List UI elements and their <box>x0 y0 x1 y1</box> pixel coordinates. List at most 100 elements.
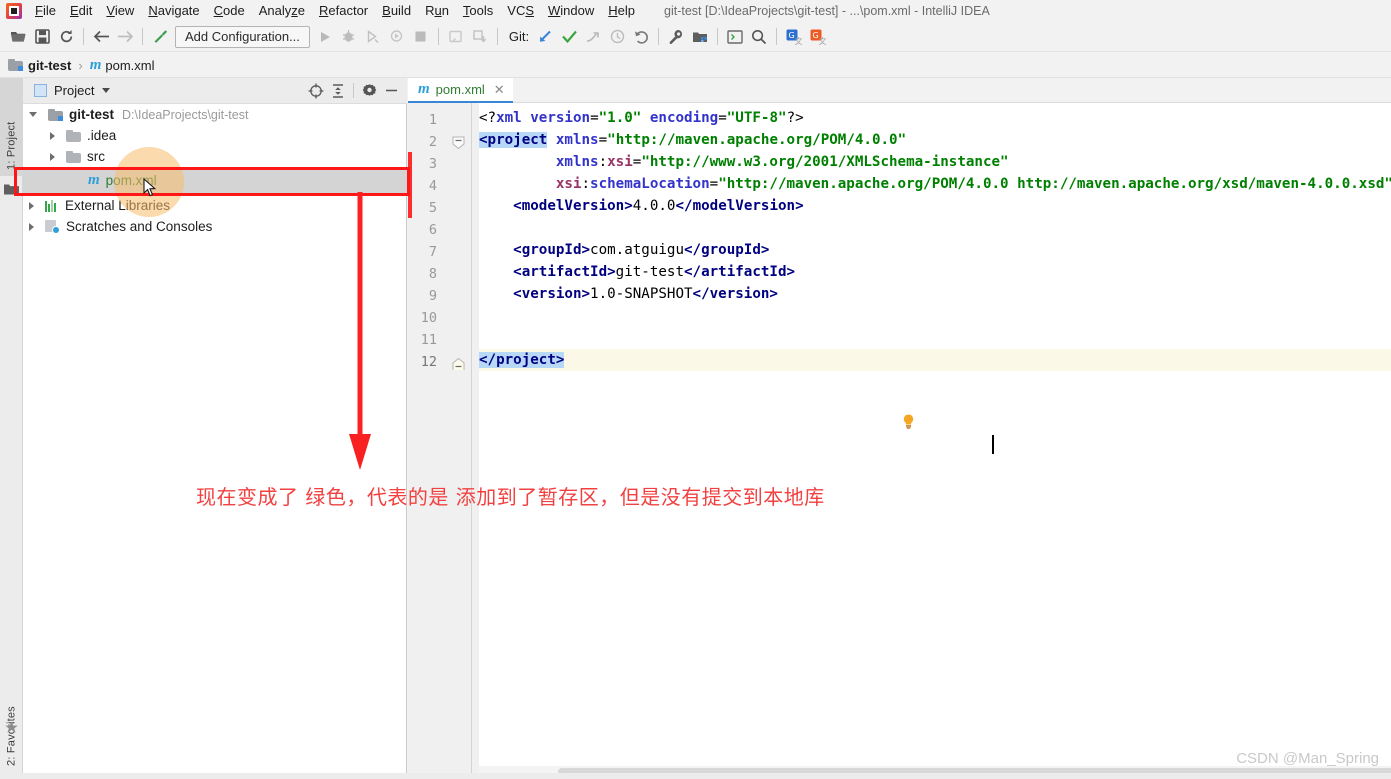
menu-item-build[interactable]: Build <box>375 1 418 21</box>
breadcrumb-file[interactable]: pom.xml <box>105 58 154 73</box>
translate-alt-icon[interactable]: G文 <box>806 25 830 49</box>
run-configuration-button[interactable]: Add Configuration... <box>175 25 310 48</box>
sidebar-tab-project[interactable]: 1: Project <box>0 78 23 176</box>
code-token: </version> <box>692 286 778 302</box>
fold-end-icon[interactable] <box>452 357 466 372</box>
project-view-icon <box>34 84 47 97</box>
git-commit-checkmark-icon[interactable] <box>557 25 581 49</box>
tree-item-label: Scratches and Consoles <box>66 219 213 234</box>
status-bar-strip <box>0 773 1391 779</box>
menu-item-view[interactable]: View <box>99 1 141 21</box>
project-folder-icon <box>48 108 63 121</box>
chevron-down-icon[interactable] <box>29 112 37 117</box>
fold-collapse-icon[interactable] <box>452 136 466 150</box>
run-icon[interactable] <box>313 25 337 49</box>
editor-tab-pom-xml[interactable]: m pom.xml ✕ <box>408 78 513 103</box>
editor-area: m pom.xml ✕ 1 2 3 4 5 6 7 8 9 10 11 12 <… <box>408 78 1391 779</box>
toolbar-separator <box>717 28 719 45</box>
close-icon[interactable]: ✕ <box>494 83 505 96</box>
menu-item-code[interactable]: Code <box>207 1 252 21</box>
code-editor[interactable]: <?xml version="1.0" encoding="UTF-8"?> <… <box>479 103 1391 779</box>
save-all-icon[interactable] <box>30 25 54 49</box>
menu-item-tools[interactable]: Tools <box>456 1 500 21</box>
debug-icon[interactable] <box>337 25 361 49</box>
main-toolbar: Add Configuration... Git: G 文 G 文 <box>0 22 1391 52</box>
profile-icon[interactable] <box>385 25 409 49</box>
maven-m-icon: m <box>418 81 430 97</box>
project-structure-icon[interactable] <box>688 25 712 49</box>
code-token: <version> <box>513 286 591 302</box>
chevron-right-icon[interactable] <box>29 222 34 231</box>
open-folder-icon[interactable] <box>6 25 30 49</box>
search-everywhere-icon[interactable] <box>747 25 771 49</box>
tree-item-pom-xml[interactable]: m pom.xml <box>23 167 407 194</box>
tree-item-src[interactable]: src <box>23 146 407 167</box>
menu-item-help[interactable]: Help <box>601 1 642 21</box>
wrench-settings-icon[interactable] <box>664 25 688 49</box>
toolbar-separator <box>437 28 439 45</box>
text-caret <box>992 435 994 454</box>
collapse-all-icon[interactable] <box>327 80 349 102</box>
navigate-forward-icon[interactable] <box>113 25 137 49</box>
code-token: = <box>718 110 727 126</box>
tree-item-label: git-test <box>69 107 114 122</box>
code-token: com.atguigu <box>590 242 685 258</box>
maven-m-icon: m <box>88 172 100 188</box>
git-history-clock-icon[interactable] <box>605 25 629 49</box>
menu-item-window[interactable]: Window <box>541 1 601 21</box>
intellij-idea-logo-icon <box>6 3 22 19</box>
translate-icon[interactable]: G文 <box>782 25 806 49</box>
scratches-icon <box>45 219 60 234</box>
project-tab-icon <box>4 184 19 195</box>
chevron-right-icon[interactable] <box>50 131 55 140</box>
scroll-from-source-icon[interactable] <box>305 80 327 102</box>
git-update-icon[interactable] <box>533 25 557 49</box>
menu-item-refactor[interactable]: Refactor <box>312 1 375 21</box>
line-number: 6 <box>428 222 437 238</box>
toolbar-separator <box>658 28 660 45</box>
menu-item-edit[interactable]: Edit <box>63 1 99 21</box>
code-token: </project> <box>479 352 565 368</box>
editor-gutter[interactable]: 1 2 3 4 5 6 7 8 9 10 11 12 <box>408 103 479 779</box>
stop-icon[interactable] <box>409 25 433 49</box>
menu-item-file[interactable]: File <box>28 1 63 21</box>
git-push-icon[interactable] <box>581 25 605 49</box>
chevron-right-icon[interactable] <box>29 201 34 210</box>
menu-item-navigate[interactable]: Navigate <box>141 1 206 21</box>
csdn-watermark: CSDN @Man_Spring <box>1236 750 1379 767</box>
red-down-arrow <box>349 192 371 470</box>
code-token: <modelVersion> <box>513 198 633 214</box>
synchronize-icon[interactable] <box>54 25 78 49</box>
line-number: 1 <box>428 112 437 128</box>
breadcrumb-project[interactable]: git-test <box>28 58 71 73</box>
line-number: 2 <box>428 134 437 150</box>
menu-item-run[interactable]: Run <box>418 1 456 21</box>
gutter-separator <box>471 103 472 779</box>
build-hammer-icon[interactable] <box>148 25 172 49</box>
navigate-back-icon[interactable] <box>89 25 113 49</box>
git-rollback-icon[interactable] <box>629 25 653 49</box>
menu-item-vcs[interactable]: VCS <box>500 1 541 21</box>
chevron-down-icon[interactable] <box>102 88 111 93</box>
update-project-icon[interactable] <box>468 25 492 49</box>
tree-item-git-test[interactable]: git-test D:\IdeaProjects\git-test <box>23 104 407 125</box>
gear-icon[interactable] <box>358 80 380 102</box>
tree-item-idea[interactable]: .idea <box>23 125 407 146</box>
line-number: 10 <box>420 310 437 326</box>
terminal-icon[interactable] <box>723 25 747 49</box>
code-line-8: <artifactId>git-test</artifactId> <box>479 261 795 283</box>
attach-debugger-icon[interactable] <box>444 25 468 49</box>
line-number: 9 <box>428 288 437 304</box>
menu-item-analyze[interactable]: Analyze <box>252 1 312 21</box>
sidebar-tab-favorites-label: 2: Favorites <box>5 706 18 766</box>
run-with-coverage-icon[interactable] <box>361 25 385 49</box>
intention-bulb-icon[interactable] <box>902 414 915 429</box>
chevron-right-icon[interactable] <box>50 152 55 161</box>
hide-icon[interactable] <box>380 80 402 102</box>
code-token: "UTF-8" <box>726 110 787 126</box>
